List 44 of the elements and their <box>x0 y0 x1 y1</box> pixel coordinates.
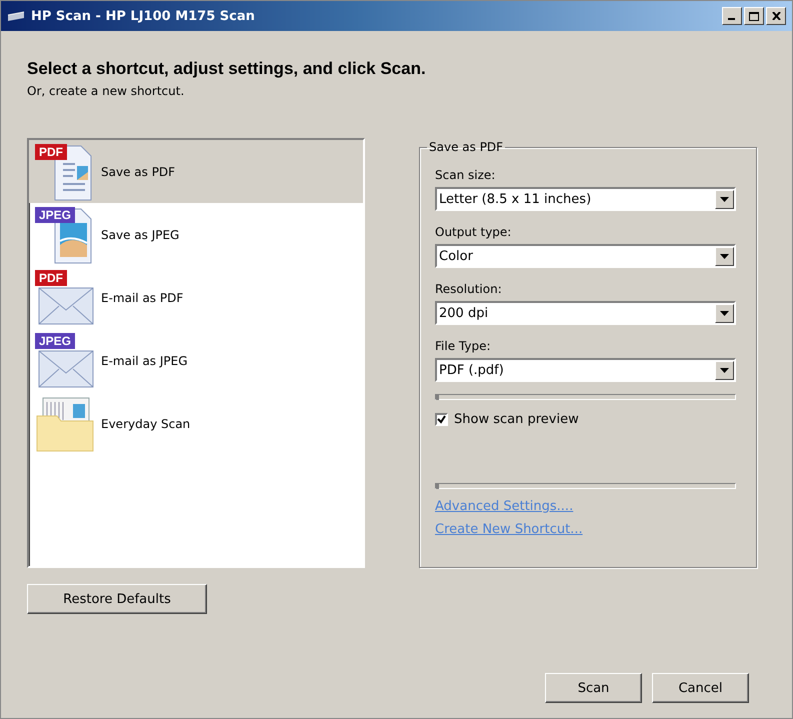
slider-thumb[interactable] <box>436 483 439 489</box>
shortcut-item[interactable]: JPEG Save as JPEG <box>29 203 363 266</box>
dialog-button[interactable]: Scan <box>545 673 642 703</box>
shortcut-item[interactable]: PDF E-mail as PDF <box>29 266 363 329</box>
format-badge: PDF <box>35 144 67 160</box>
maximize-button[interactable] <box>744 7 764 25</box>
dropdown[interactable]: Color <box>435 244 736 268</box>
maximize-icon <box>749 12 759 20</box>
minimize-button[interactable] <box>722 7 742 25</box>
field-label: Output type: <box>435 225 512 239</box>
shortcut-item[interactable]: JPEG E-mail as JPEG <box>29 329 363 392</box>
field-label: Scan size: <box>435 168 496 182</box>
caret-icon <box>720 310 729 316</box>
instruction-subtitle: Or, create a new shortcut. <box>27 84 186 98</box>
shortcut-item[interactable]: Everyday Scan <box>29 392 363 455</box>
dropdown[interactable]: Letter (8.5 x 11 inches) <box>435 187 736 211</box>
checkbox-label: Show scan preview <box>454 412 579 427</box>
shortcut-label: Save as PDF <box>101 164 176 178</box>
scanner-icon <box>7 10 25 22</box>
instruction-heading: Select a shortcut, adjust settings, and click Scan. <box>27 59 427 79</box>
close-button[interactable] <box>766 7 786 25</box>
format-badge: JPEG <box>35 332 76 348</box>
shortcut-item[interactable]: PDF Save as PDF <box>29 140 363 203</box>
field-label: File Type: <box>435 339 492 353</box>
shortcut-label: Save as JPEG <box>101 228 180 242</box>
dropdown[interactable]: PDF (.pdf) <box>435 358 736 382</box>
window-title: HP Scan - HP LJ100 M175 Scan <box>31 8 256 24</box>
checkmark-icon <box>437 415 446 424</box>
caret-icon <box>720 254 729 258</box>
close-icon <box>772 12 780 20</box>
restore-defaults-button[interactable]: Restore Defaults <box>27 584 207 614</box>
group-title: Save as PDF <box>428 140 504 154</box>
shortcut-label: E-mail as JPEG <box>101 354 188 368</box>
shortcut-label: E-mail as PDF <box>101 290 184 304</box>
checkbox[interactable] <box>435 413 448 426</box>
format-badge: PDF <box>35 270 67 286</box>
dialog-button[interactable]: Cancel <box>652 673 749 703</box>
shortcut-label: Everyday Scan <box>101 416 190 430</box>
caret-icon <box>720 196 729 202</box>
dropdown[interactable]: 200 dpi <box>435 301 736 325</box>
caret-icon <box>720 368 729 372</box>
slider-thumb[interactable] <box>436 394 439 400</box>
format-badge: JPEG <box>35 206 76 222</box>
field-label: Resolution: <box>435 282 503 296</box>
